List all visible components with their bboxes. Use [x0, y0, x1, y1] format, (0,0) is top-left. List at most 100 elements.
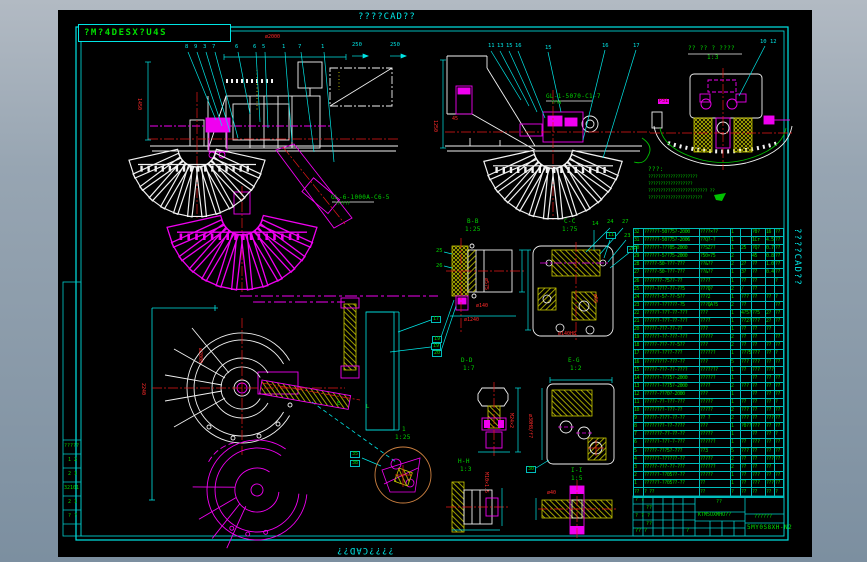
annotation-gb: 35: [350, 451, 361, 458]
bom-cell-w1: 1.0: [766, 261, 775, 269]
bom-cell-name: ??????: [700, 439, 731, 447]
annotation-cy: 17: [633, 43, 640, 49]
bom-cell-w2: ??: [775, 382, 781, 389]
bom-row: 23 ??????-??????-?5 ???QA?5 2????: [634, 301, 783, 310]
annotation-r: ø575: [483, 278, 489, 291]
bom-row: 10 ????????-???-??????? 2?????????: [634, 407, 783, 416]
bom-cell-name: ????: [700, 318, 731, 326]
bom-row: 5 ?????-???5?-??? ??3 5?????????: [634, 447, 783, 456]
bom-cell-x: 2?: [741, 261, 752, 269]
annotation-r: ø2000: [265, 34, 281, 40]
bom-cell-name: ???: [700, 326, 731, 334]
bom-cell-m: ???: [752, 479, 766, 487]
bom-cell-w2: ?: [775, 293, 778, 300]
bom-cell-m: ??: [752, 269, 766, 277]
annotation-cy: 9: [194, 44, 198, 50]
detail-d-d: [477, 382, 521, 456]
bom-cell-m: 45: [752, 253, 766, 261]
bom-row: 24 ??????-5?-??-5?? ???2 1????????: [634, 293, 783, 302]
bom-cell-name: ???QA?5: [700, 301, 731, 309]
annotation-n: ????????????????????: [648, 175, 698, 180]
annotation-cy: 1: [321, 44, 325, 50]
bom-cell-w1: [766, 301, 775, 309]
bom-row: 7 ???????-??-??-??????? 1?????: [634, 431, 783, 440]
bom-cell-m: ???: [752, 423, 766, 431]
bom-cell-w2: ??: [775, 334, 781, 341]
bom-cell-n: 24: [634, 293, 644, 301]
bom-cell-w1: ??: [766, 423, 775, 431]
bom-cell-m: ??5: [752, 309, 766, 318]
bom-cell-name: ?????: [700, 471, 731, 479]
bom-cell-code: ??????-50?75?-2000: [644, 229, 700, 237]
bom-cell-code: ?????-???-??-??: [644, 326, 700, 334]
annotation-tb: ??: [716, 499, 723, 505]
annotation-cy: 5: [262, 44, 266, 50]
annotation-gl: GL-1-5070-C1-7: [546, 93, 601, 100]
annotation-n: ???????????????????????? ??: [648, 189, 715, 194]
bom-cell-w2: ??: [775, 447, 781, 454]
bom-cell-code: ?????-???0?-2000: [644, 390, 700, 398]
bom-cell-n: 20: [634, 326, 644, 334]
sheet-label-box: ?M?4DESX?U4S: [78, 24, 231, 42]
bom-cell-qty: 1: [731, 277, 741, 285]
bom-cell-w1: 0.7: [766, 245, 775, 253]
bom-row: 16 ?????????-???-????? 5??????????: [634, 358, 783, 367]
bom-cell-w1: ???: [766, 479, 775, 487]
annotation-cy: 6: [253, 44, 257, 50]
bom-cell-w2: ??: [775, 439, 781, 446]
bom-cell-name: ???: [700, 358, 731, 366]
bom-cell-x: /: [741, 285, 752, 293]
bom-cell-x: ??: [741, 455, 752, 463]
bom-cell-x: 25: [741, 245, 752, 253]
bom-cell-x: ???: [741, 293, 752, 301]
annotation-g: L: [366, 404, 370, 410]
annotation-r: 2240: [140, 383, 146, 396]
annotation-gl: H-H: [458, 458, 470, 465]
bom-cell-w1: ???: [766, 366, 775, 374]
bom-cell-w1: ??: [766, 358, 775, 366]
bom-cell-m: ??: [752, 447, 766, 455]
bom-cell-name: ??: [700, 479, 731, 487]
annotation-gl: 1:25: [465, 226, 481, 233]
bom-row: 32 ??????-50?75?-2000 ????×?? 1 ?0? 16??: [634, 229, 783, 238]
bom-cell-n: 16: [634, 358, 644, 366]
bom-cell-n: 5: [634, 447, 644, 455]
annotation-tb: ?: [686, 528, 690, 534]
annotation-cy: 1: [282, 44, 286, 50]
bom-cell-w2: ??: [775, 237, 781, 244]
bom-cell-name: ?????: [700, 334, 731, 342]
bom-cell-n: 22: [634, 309, 644, 318]
bom-cell-code: ??????-????-???: [644, 350, 700, 358]
bom-row: 3 ?????-???-??-????????? 2??????: [634, 463, 783, 472]
bom-cell-x: [741, 390, 752, 398]
bom-cell-n: 13: [634, 382, 644, 390]
bom-cell-qty: 1: [731, 350, 741, 358]
annotation-gb: 17: [431, 316, 442, 323]
annotation-rev: 32101: [64, 485, 80, 491]
annotation-gl: GL-6-1000A-C6-5: [331, 194, 390, 201]
cad-canvas[interactable]: ?M?4DESX?U4S ????CAD?? ????CAD?? ????CAD…: [0, 0, 867, 562]
bom-cell-name: ?????: [700, 455, 731, 463]
bom-row: 4 ??????-??????-??????? 2?????????: [634, 455, 783, 464]
bom-cell-name: ???: [700, 423, 731, 431]
bom-cell-n: 19: [634, 334, 644, 342]
annotation-gl: 1:2: [570, 365, 582, 372]
annotation-r: ø55: [592, 294, 598, 304]
annotation-g: E: [337, 401, 341, 407]
bom-row: 29 ??????-5??75-2000 ?50×75 2 45 0.8??: [634, 253, 783, 262]
bom-cell-n: 32: [634, 229, 644, 237]
bom-cell-n: 4: [634, 455, 644, 463]
annotation-n: ??????: [335, 202, 350, 207]
annotation-gl: 1: [402, 426, 406, 433]
bom-cell-x: ??: [741, 439, 752, 447]
bom-cell-code: ????-????-??-??5: [644, 285, 700, 293]
bom-cell-qty: 1: [731, 431, 741, 439]
bom-cell-qty: 2: [731, 253, 741, 261]
annotation-gb: 11: [606, 232, 617, 239]
annotation-n: ??????????????????????: [648, 196, 703, 201]
bom-cell-name: ?????: [700, 398, 731, 407]
bom-cell-n: 14: [634, 374, 644, 382]
bom-cell-m: ??: [752, 382, 766, 390]
bom-cell-code: ???????-??-??-??: [644, 431, 700, 439]
bom-cell-code: ??????-???-?-???: [644, 439, 700, 447]
